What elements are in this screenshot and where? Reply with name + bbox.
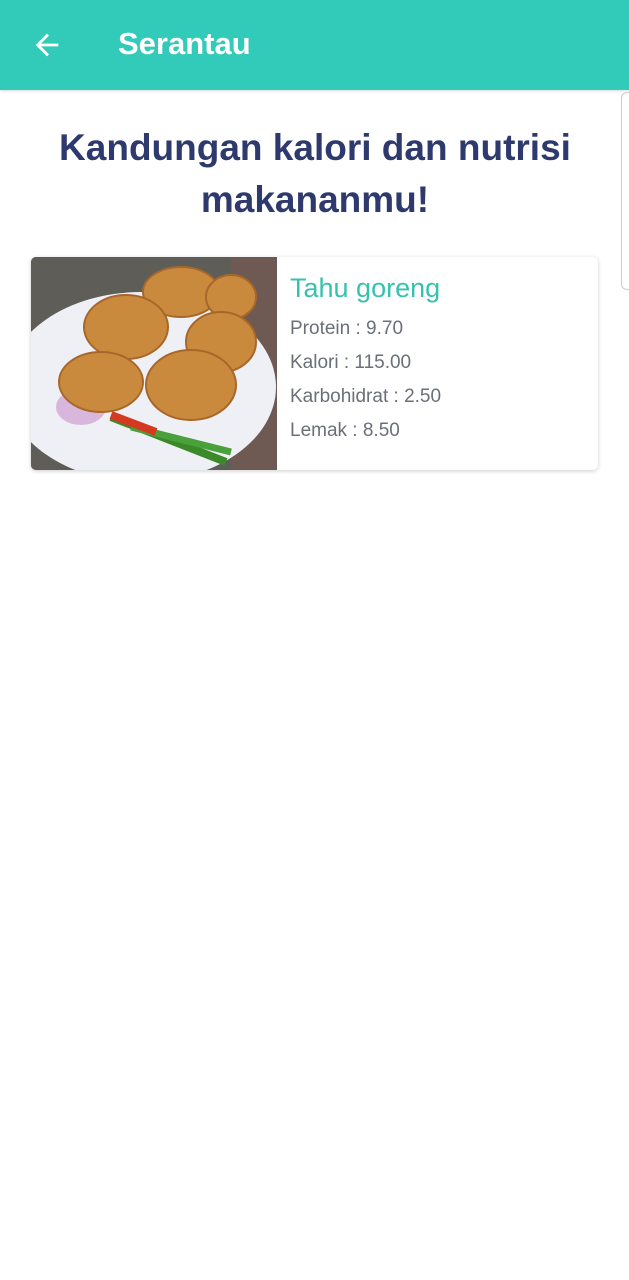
protein-value: Protein : 9.70 [290,318,404,339]
app-bar: Serantau [0,0,629,90]
scroll-indicator [621,92,629,290]
arrow-left-icon[interactable] [30,28,64,62]
food-info: Tahu goreng Protein : 9.70 Kalori : 115.… [290,273,441,448]
food-image [31,257,277,470]
food-card[interactable]: Tahu goreng Protein : 9.70 Kalori : 115.… [31,257,598,470]
app-title: Serantau [118,26,251,61]
kalori-value: Kalori : 115.00 [290,352,412,373]
food-name: Tahu goreng [290,273,441,303]
karbohidrat-value: Karbohidrat : 2.50 [290,386,442,407]
lemak-value: Lemak : 8.50 [290,420,400,441]
page-heading: Kandungan kalori dan nutrisi makananmu! [59,127,571,220]
